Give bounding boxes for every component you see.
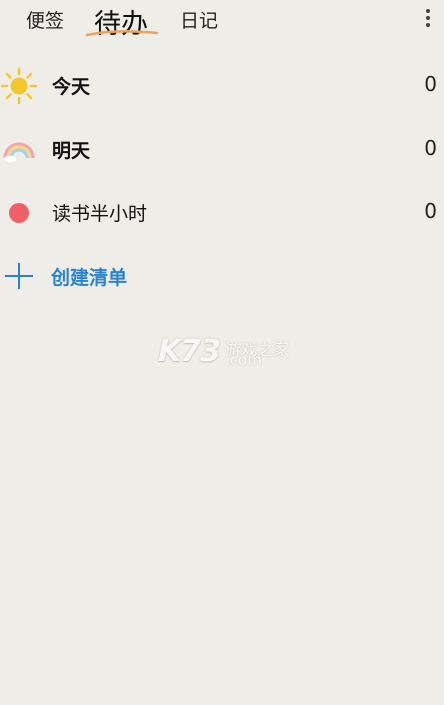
list-count-today: 0 <box>424 72 437 96</box>
list-item-tomorrow[interactable]: 明天 0 <box>0 122 444 178</box>
list-item-reading[interactable]: 读书半小时 0 <box>0 185 444 241</box>
create-list-label: 创建清单 <box>51 267 128 289</box>
rainbow-icon <box>0 122 40 178</box>
sun-icon <box>0 58 40 114</box>
list-item-today[interactable]: 今天 0 <box>0 58 444 114</box>
red-dot-icon <box>0 185 40 241</box>
list-label-reading: 读书半小时 <box>52 203 148 225</box>
plus-icon <box>0 249 40 305</box>
active-tab-underline <box>85 30 159 37</box>
list-count-tomorrow: 0 <box>424 136 437 160</box>
tab-bar: 便签 待办 日记 <box>0 0 444 40</box>
watermark-domain: .com <box>225 351 262 369</box>
create-list-button[interactable]: 创建清单 <box>0 249 444 305</box>
watermark-main: K73 <box>158 334 221 369</box>
watermark-logo: K73 游戏之家 .com <box>158 334 289 370</box>
list-label-tomorrow: 明天 <box>52 140 91 162</box>
list-count-reading: 0 <box>424 199 437 223</box>
more-vertical-icon[interactable] <box>418 7 438 33</box>
list-label-today: 今天 <box>52 76 91 98</box>
tab-diary[interactable]: 日记 <box>180 6 218 33</box>
tab-notes[interactable]: 便签 <box>26 6 64 33</box>
